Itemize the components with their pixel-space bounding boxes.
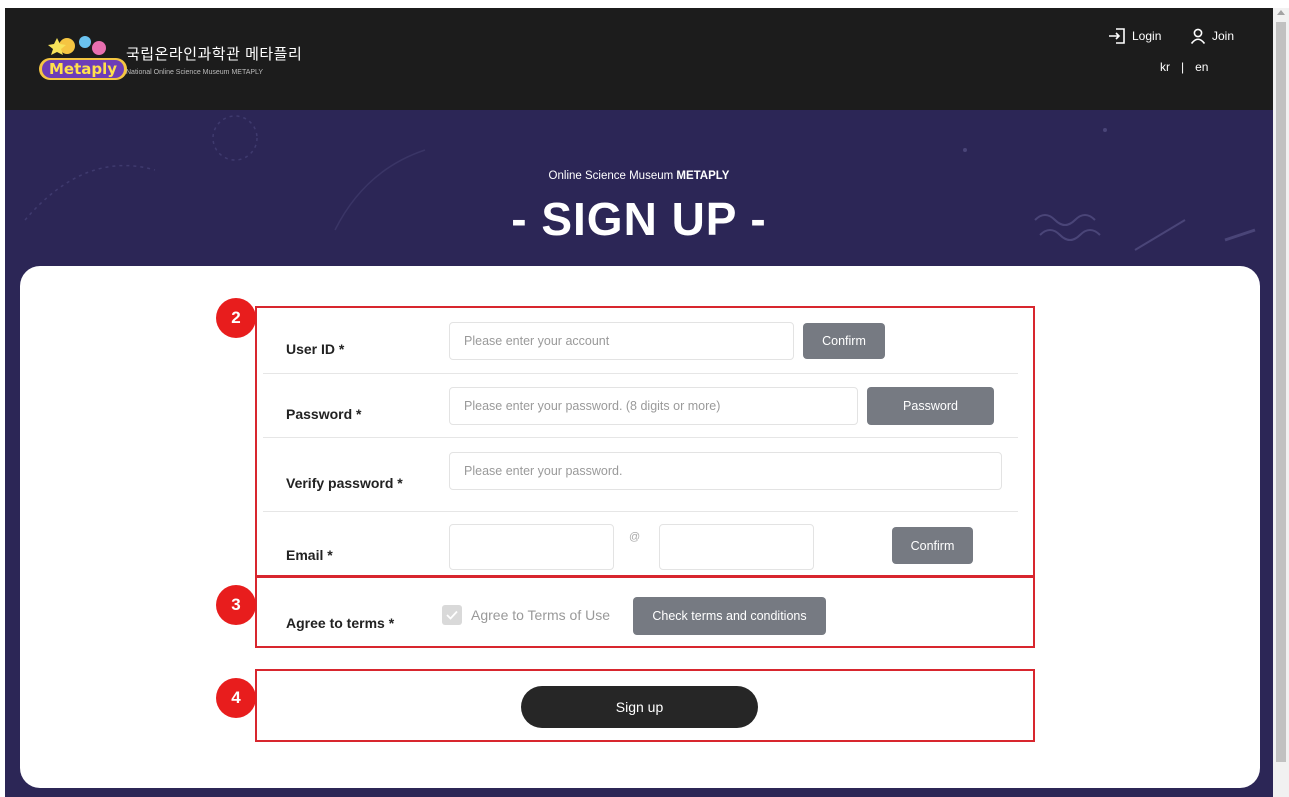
annotation-badge-2: 2 (216, 298, 256, 338)
brand-name-korean: 국립온라인과학관 메타플리 (126, 46, 303, 63)
annotation-badge-3: 3 (216, 585, 256, 625)
brand-name-english: National Online Science Museum METAPLY (126, 69, 264, 76)
join-link[interactable]: Join (1190, 28, 1234, 44)
join-label: Join (1212, 29, 1235, 43)
annotation-box-4 (255, 669, 1035, 742)
login-link[interactable]: Login (1108, 28, 1161, 44)
annotation-badge-4: 4 (216, 678, 256, 718)
login-icon (1109, 28, 1125, 44)
language-switcher: kr | en (1160, 60, 1208, 74)
lang-separator: | (1181, 60, 1185, 74)
login-label: Login (1132, 29, 1162, 43)
hero-subtitle-brand: METAPLY (676, 170, 730, 182)
top-navigation-bar: Metaply 국립온라인과학관 메타플리 National Online Sc… (5, 8, 1273, 110)
hero-subtitle: Online Science Museum METAPLY (5, 170, 1273, 182)
metaply-logo[interactable]: Metaply (37, 32, 129, 86)
hero-background-decoration (24, 115, 1256, 251)
lang-en-link[interactable]: en (1195, 60, 1208, 74)
annotation-box-2 (255, 306, 1035, 578)
page-title: - SIGN UP - (511, 193, 767, 245)
lang-kr-link[interactable]: kr (1160, 60, 1170, 74)
user-icon (1190, 28, 1206, 44)
scrollbar-thumb[interactable] (1276, 22, 1286, 762)
annotation-box-3 (255, 575, 1035, 648)
logo-text: Metaply (49, 60, 117, 78)
hero-subtitle-prefix: Online Science Museum (548, 170, 677, 182)
scroll-up-arrow-icon[interactable] (1277, 10, 1285, 15)
